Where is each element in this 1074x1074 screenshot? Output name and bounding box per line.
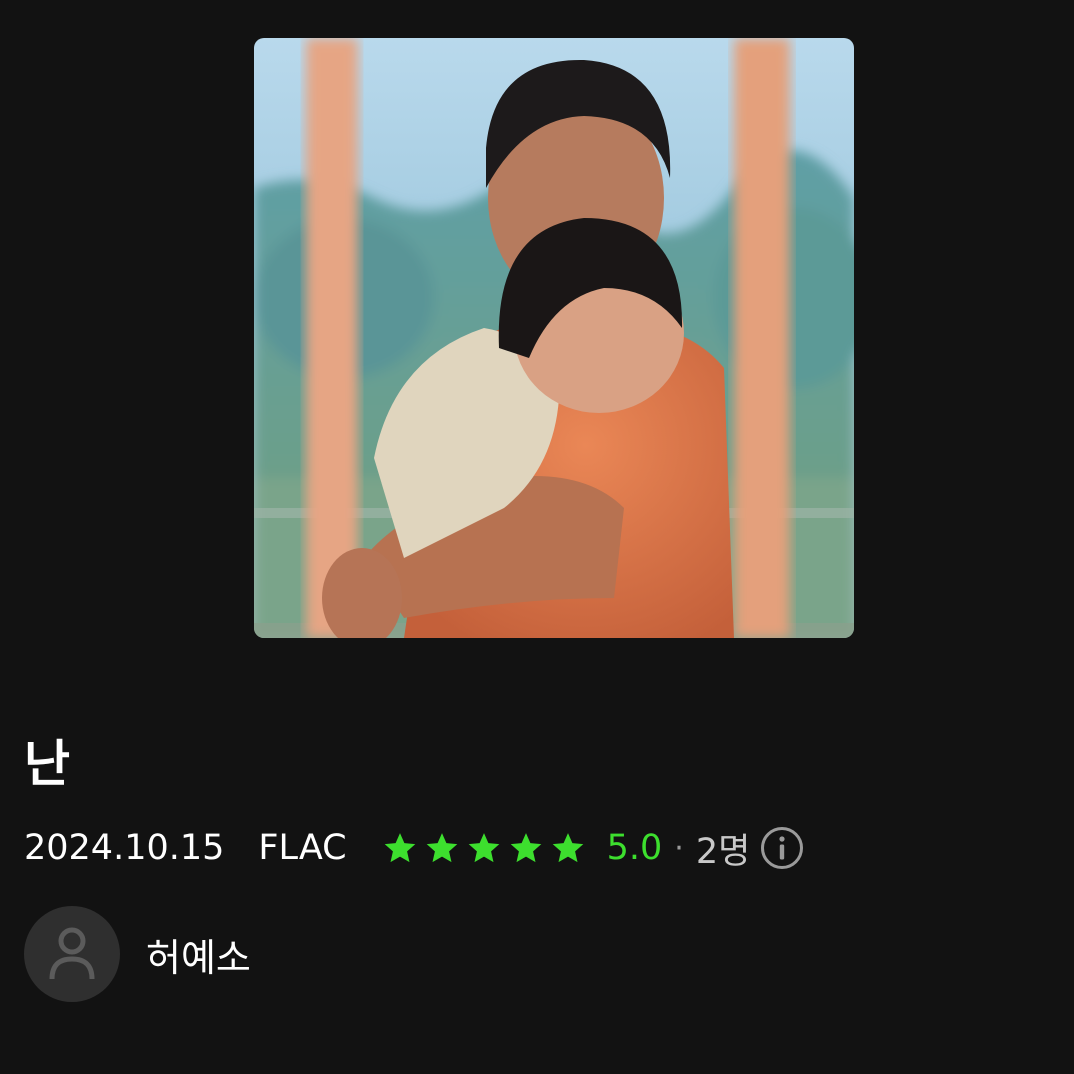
artist-name: 허예소	[146, 935, 251, 980]
album-title: 난	[24, 735, 70, 793]
star-icon	[384, 833, 415, 863]
album-cover-image[interactable]	[254, 38, 854, 638]
star-icon	[426, 833, 457, 863]
separator-dot: ·	[674, 830, 684, 866]
release-date: 2024.10.15	[24, 828, 225, 868]
rating-value: 5.0	[606, 828, 663, 868]
star-icon	[552, 833, 583, 863]
person-icon	[49, 927, 95, 980]
rater-count: 2명	[695, 831, 751, 872]
album-detail-page: 난 2024.10.15 FLAC 5.0 · 2명 허예소	[0, 0, 1074, 1074]
info-icon[interactable]	[760, 826, 804, 870]
audio-format: FLAC	[258, 828, 347, 868]
rating-stars	[383, 831, 593, 865]
album-meta-row: 2024.10.15 FLAC 5.0 · 2명	[24, 822, 804, 874]
artist-link[interactable]: 허예소	[24, 906, 251, 1002]
artist-avatar	[24, 906, 120, 1002]
star-icon	[468, 833, 499, 863]
star-icon	[510, 833, 541, 863]
